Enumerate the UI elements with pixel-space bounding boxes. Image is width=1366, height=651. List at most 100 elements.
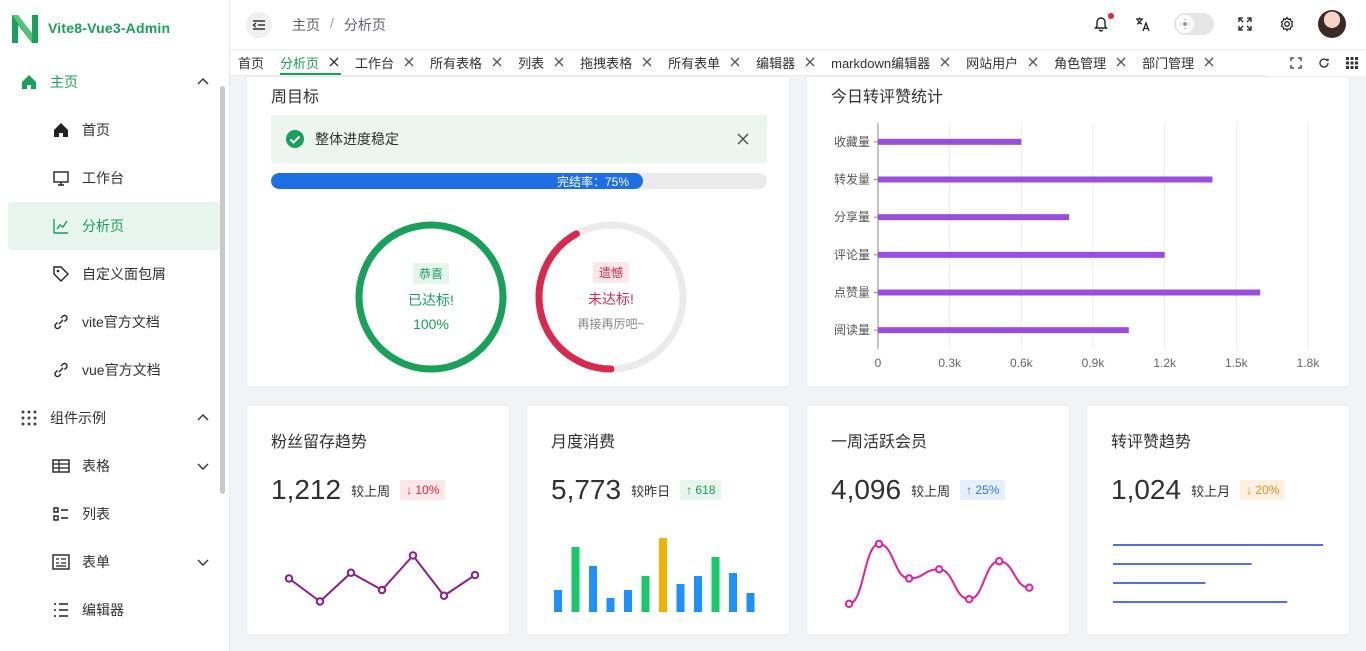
settings-button[interactable] xyxy=(1276,13,1298,35)
mini-chart xyxy=(554,538,755,612)
close-tab-icon[interactable] xyxy=(492,57,502,67)
fail-tag: 遗憾 xyxy=(592,262,629,283)
logo[interactable]: Vite8-Vue3-Admin xyxy=(0,0,229,56)
tab-4[interactable]: 列表 xyxy=(510,49,572,75)
sidebar-item-6[interactable]: vue官方文档 xyxy=(0,346,222,394)
sidebar-item-5[interactable]: vite官方文档 xyxy=(0,298,222,346)
grid-icon xyxy=(20,409,38,427)
close-tab-icon[interactable] xyxy=(404,57,414,67)
mini-point xyxy=(874,539,884,549)
bar-3[interactable] xyxy=(878,251,1165,258)
close-icon[interactable] xyxy=(737,133,749,145)
mini-point xyxy=(315,597,325,606)
sidebar-item-11[interactable]: 编辑器 xyxy=(0,586,222,634)
tab-3[interactable]: 所有表格 xyxy=(422,49,510,75)
menu-fold-icon xyxy=(252,19,265,30)
sidebar-item-2[interactable]: 工作台 xyxy=(0,154,222,202)
tab-10[interactable]: 角色管理 xyxy=(1046,49,1134,75)
sidebar-item-3[interactable]: 分析页 xyxy=(8,202,220,250)
x-tick-label: 0.6k xyxy=(1010,356,1034,370)
success-line1: 已达标! xyxy=(408,291,454,308)
stat-title: 转评赞趋势 xyxy=(1111,434,1192,451)
bar-4[interactable] xyxy=(878,289,1261,296)
close-tab-icon[interactable] xyxy=(329,57,339,67)
close-tab-icon[interactable] xyxy=(1204,57,1214,67)
close-tab-icon[interactable] xyxy=(642,57,652,67)
language-button[interactable] xyxy=(1132,13,1154,35)
link-icon xyxy=(52,313,70,331)
sidebar-scrollbar[interactable] xyxy=(220,86,225,494)
fail-line2: 再接再厉吧~ xyxy=(577,317,645,331)
tab-1[interactable]: 分析页 xyxy=(272,49,347,75)
sidebar-item-label: 自定义面包屑 xyxy=(82,266,166,282)
notification-button[interactable] xyxy=(1090,13,1114,35)
stat-compare: 较上周 xyxy=(911,483,951,499)
sidebar-item-8[interactable]: 表格 xyxy=(0,442,222,490)
stat-title: 粉丝留存趋势 xyxy=(271,434,368,451)
sidebar-item-label: 首页 xyxy=(82,122,110,138)
sidebar-item-0[interactable]: 主页 xyxy=(0,58,222,106)
grid-menu-icon[interactable] xyxy=(1346,57,1358,69)
tab-7[interactable]: 编辑器 xyxy=(748,49,823,75)
x-tick-label: 0 xyxy=(875,356,882,370)
stat-value: 1,024 xyxy=(1111,474,1182,505)
fail-ring: 遗憾 未达标! 再接再厉吧~ xyxy=(533,219,689,375)
completion-progress: 完结率：75% xyxy=(271,173,767,189)
tab-9[interactable]: 网站用户 xyxy=(958,49,1046,75)
tab-8[interactable]: markdown编辑器 xyxy=(823,49,958,75)
stat-delta-badge: ↓ 20% xyxy=(1240,480,1286,500)
close-tab-icon[interactable] xyxy=(554,57,564,67)
sidebar-item-4[interactable]: 自定义面包屑 xyxy=(0,250,222,298)
mini-line xyxy=(848,542,1030,605)
refresh-icon[interactable] xyxy=(1318,57,1330,69)
mini-point xyxy=(995,557,1004,566)
form-icon xyxy=(52,553,70,571)
close-tab-icon[interactable] xyxy=(1028,57,1038,67)
mini-chart xyxy=(284,551,480,606)
tab-0[interactable]: 首页 xyxy=(230,49,272,75)
close-tab-icon[interactable] xyxy=(730,57,740,67)
mini-bar xyxy=(711,557,720,612)
theme-toggle[interactable] xyxy=(1174,13,1214,35)
sidebar-item-label: vue官方文档 xyxy=(82,362,161,378)
bar-0[interactable] xyxy=(878,138,1022,145)
mini-bar xyxy=(624,590,632,612)
bar-2[interactable] xyxy=(878,214,1070,221)
notification-dot xyxy=(1108,13,1114,19)
sidebar: Vite8-Vue3-Admin 主页首页工作台分析页自定义面包屑 vite官方文… xyxy=(0,0,230,651)
stat-card-2: 一周活跃会员 4,096 较上周 ↑ 25% xyxy=(806,405,1070,635)
tab-5[interactable]: 拖拽表格 xyxy=(572,49,660,75)
app-title: Vite8-Vue3-Admin xyxy=(48,20,171,36)
link-icon xyxy=(52,361,70,379)
sidebar-item-1[interactable]: 首页 xyxy=(0,106,222,154)
stat-delta-badge: ↑ 25% xyxy=(960,480,1006,500)
status-alert: 整体进度稳定 xyxy=(271,115,767,163)
progress-fill: 完结率：75% xyxy=(271,173,643,189)
bar-1[interactable] xyxy=(878,176,1213,183)
tab-11[interactable]: 部门管理 xyxy=(1134,49,1222,75)
tab-2[interactable]: 工作台 xyxy=(347,49,422,75)
user-avatar[interactable] xyxy=(1318,10,1346,38)
mini-bar xyxy=(606,598,615,612)
close-tab-icon[interactable] xyxy=(805,57,815,67)
mini-bar xyxy=(571,547,580,612)
success-line2: 100% xyxy=(413,315,449,332)
sidebar-item-label: 分析页 xyxy=(82,218,124,234)
bar-5[interactable] xyxy=(878,327,1129,334)
editor-icon xyxy=(52,601,70,619)
mini-point xyxy=(964,595,974,604)
sidebar-item-7[interactable]: 组件示例 xyxy=(0,394,222,442)
close-tab-icon[interactable] xyxy=(940,57,950,67)
fullscreen-button[interactable] xyxy=(1234,13,1256,35)
tab-6[interactable]: 所有表单 xyxy=(660,49,748,75)
expand-icon[interactable] xyxy=(1290,57,1302,69)
breadcrumb-item-home[interactable]: 主页 xyxy=(292,15,320,35)
house-icon xyxy=(52,121,70,139)
collapse-sidebar-button[interactable] xyxy=(246,11,272,38)
tab-label: 角色管理 xyxy=(1054,55,1107,71)
close-tab-icon[interactable] xyxy=(1116,57,1126,67)
top-header: 主页 / 分析页 xyxy=(230,0,1366,50)
sidebar-item-10[interactable]: 表单 xyxy=(0,538,222,586)
sidebar-item-9[interactable]: 列表 xyxy=(0,490,222,538)
sidebar-item-label: vite官方文档 xyxy=(82,314,160,330)
